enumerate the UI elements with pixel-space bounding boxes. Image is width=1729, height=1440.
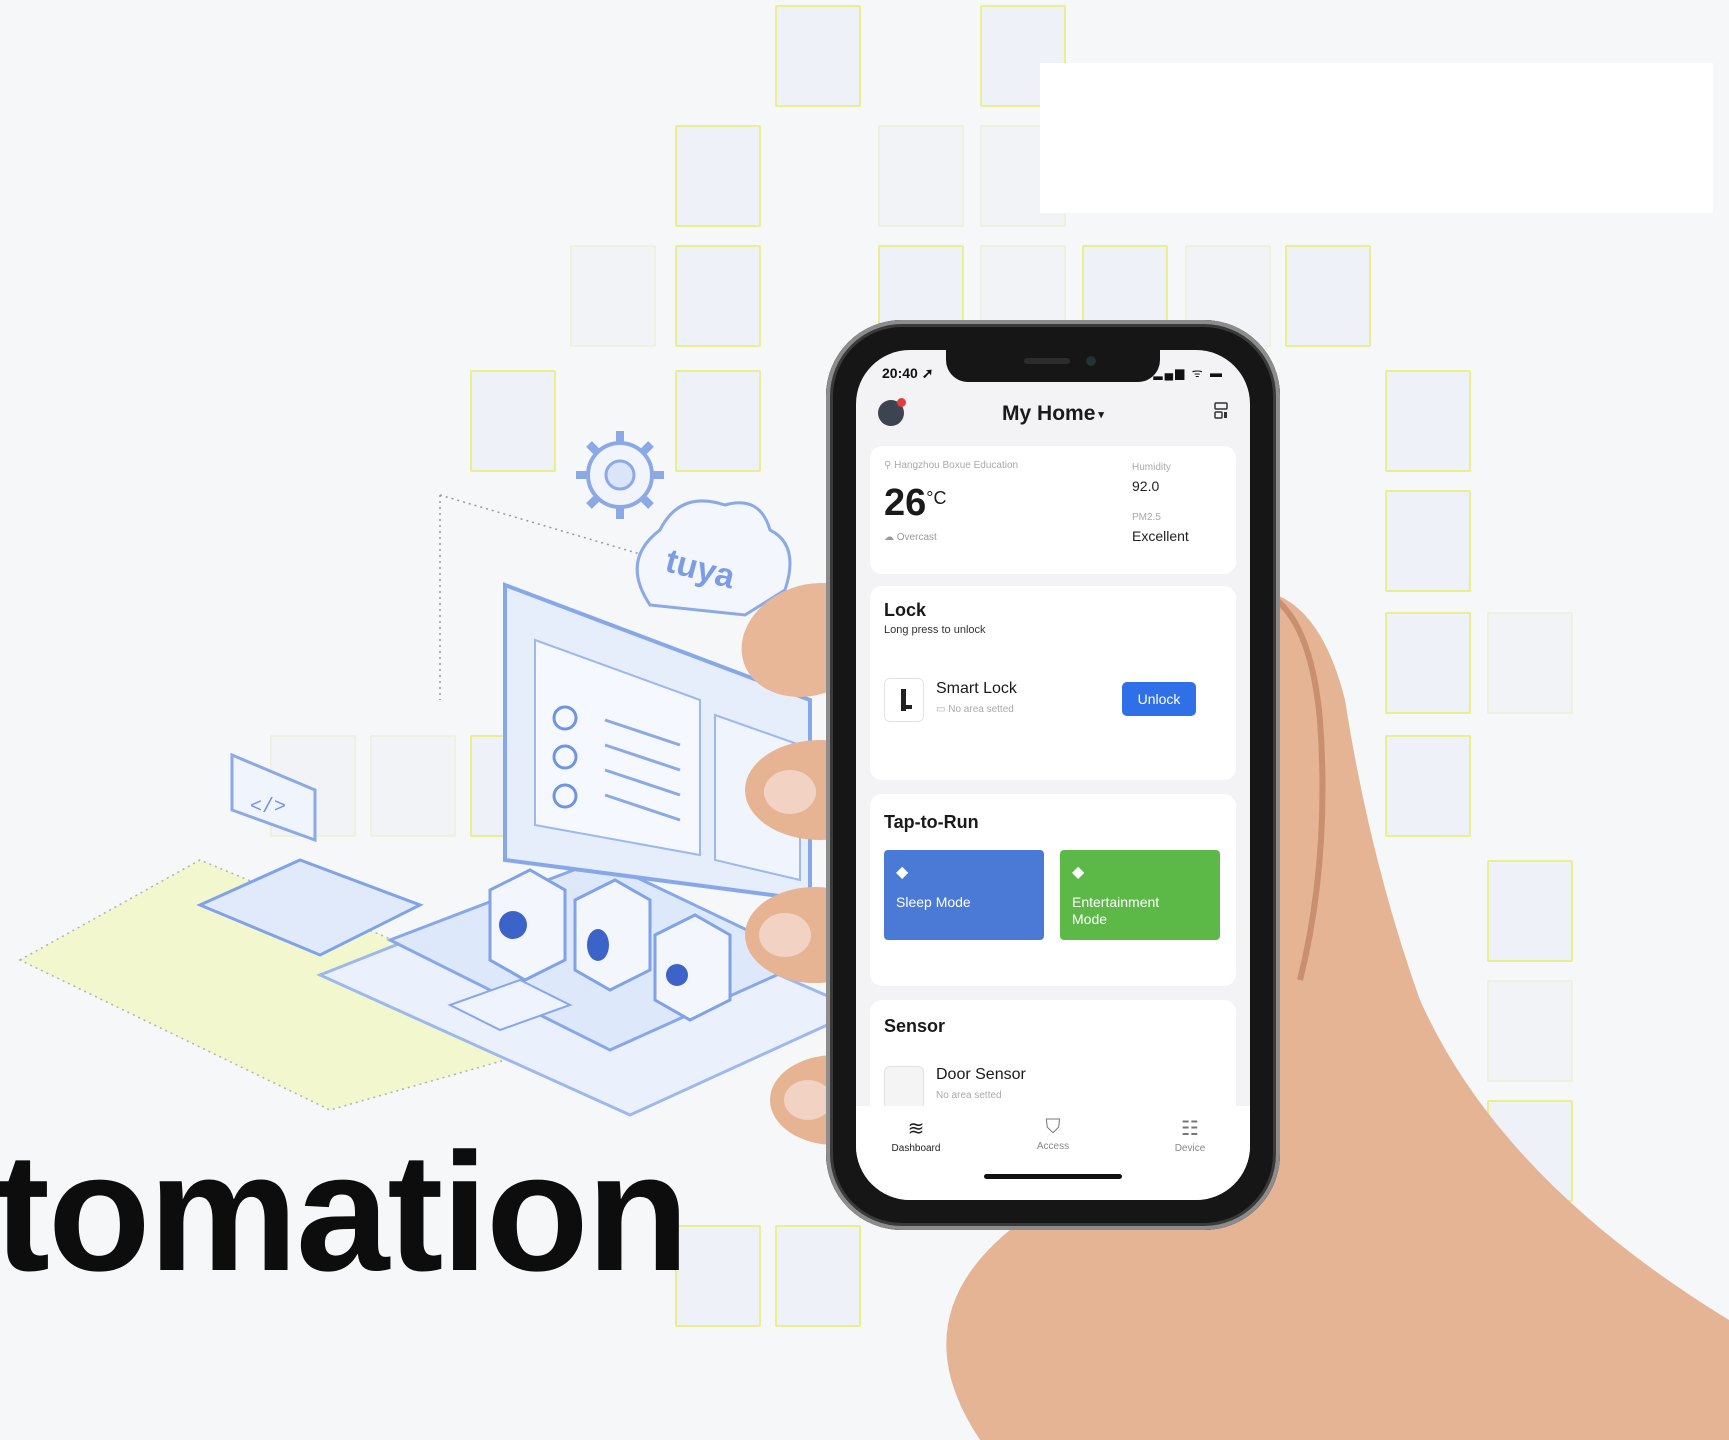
door-sensor-icon <box>884 1066 924 1110</box>
pm25-value: Excellent <box>1132 528 1189 544</box>
location-label: ⚲ Hangzhou Boxue Education <box>884 460 1019 471</box>
tag-icon: ◆ <box>1072 864 1085 881</box>
lock-section-subtitle: Long press to unlock <box>884 624 986 636</box>
background-tile <box>775 5 861 107</box>
background-tile <box>675 125 761 227</box>
page: tuya </> tomation 20:40 ➚ ▂▄▆ ᯤ ▬ My Hom… <box>0 0 1729 1440</box>
background-tile <box>1385 370 1471 472</box>
device-icon: ☷ <box>1181 1118 1199 1140</box>
scene-sleep-mode[interactable]: ◆ Sleep Mode <box>884 850 1044 940</box>
pm25-label: PM2.5 <box>1132 512 1161 523</box>
humidity-label: Humidity <box>1132 462 1171 473</box>
home-indicator[interactable] <box>984 1174 1122 1179</box>
background-tile <box>878 125 964 227</box>
speaker-grille <box>1024 358 1070 364</box>
list-view-icon[interactable] <box>1214 402 1228 420</box>
door-sensor-area: No area setted <box>936 1090 1002 1101</box>
phone-notch <box>946 350 1160 382</box>
tag-icon: ◆ <box>896 864 909 881</box>
wifi-cube <box>653 913 732 1022</box>
lock-section-title: Lock <box>884 600 927 620</box>
tab-dashboard[interactable]: ≋ Dashboard <box>866 1116 966 1154</box>
tab-device[interactable]: ☷ Device <box>1140 1116 1240 1154</box>
weather-condition: ☁ Overcast <box>884 532 937 543</box>
gear-icon <box>576 431 664 519</box>
background-tile <box>570 245 656 347</box>
door-sensor-name[interactable]: Door Sensor <box>936 1066 1026 1084</box>
temperature: 26°C <box>884 482 947 524</box>
tab-label: Device <box>1174 1143 1206 1154</box>
code-window-icon: </> <box>230 752 317 843</box>
tap-to-run-title: Tap-to-Run <box>884 812 979 832</box>
scene-label: Sleep Mode <box>896 894 971 910</box>
tap-to-run-card: Tap-to-Run ◆ Sleep Mode ◆ Entertainment … <box>870 794 1236 986</box>
humidity-value: 92.0 <box>1132 478 1160 494</box>
temperature-unit: °C <box>926 488 947 508</box>
tab-access[interactable]: ⛉ Access <box>1003 1116 1103 1152</box>
blank-banner <box>1040 63 1713 213</box>
bottom-tab-bar: ≋ Dashboard ⛉ Access ☷ Device <box>856 1106 1250 1200</box>
scene-entertainment-mode[interactable]: ◆ Entertainment Mode <box>1060 850 1220 940</box>
smart-lock-icon <box>884 678 924 722</box>
phone-screen: 20:40 ➚ ▂▄▆ ᯤ ▬ My Home ▾ ⚲ Hangzhou Boxu… <box>856 350 1250 1200</box>
front-camera <box>1086 356 1096 366</box>
lock-card: Lock Long press to unlock Smart Lock ▭ N… <box>870 586 1236 780</box>
status-time: 20:40 ➚ <box>882 365 934 381</box>
status-icons: ▂▄▆ ᯤ ▬ <box>1153 366 1224 380</box>
unlock-button[interactable]: Unlock <box>1122 682 1196 716</box>
home-selector[interactable]: My Home ▾ <box>856 402 1250 426</box>
svg-text:</>: </> <box>250 796 286 819</box>
weather-card[interactable]: ⚲ Hangzhou Boxue Education 26°C ☁ Overca… <box>870 446 1236 574</box>
background-tile <box>1285 245 1371 347</box>
smart-lock-name[interactable]: Smart Lock <box>936 680 1017 698</box>
zigbee-cube <box>488 868 567 982</box>
sensor-section-title: Sensor <box>884 1016 946 1036</box>
background-tile <box>675 245 761 347</box>
scene-label: Entertainment Mode <box>1072 894 1160 927</box>
headline: tomation <box>0 1118 689 1306</box>
smart-lock-area: ▭ No area setted <box>936 704 1014 715</box>
bluetooth-cube <box>573 878 652 992</box>
tab-label: Dashboard <box>891 1143 941 1154</box>
caret-down-icon: ▾ <box>1098 408 1104 421</box>
tab-label: Access <box>1036 1141 1070 1152</box>
layers-icon: ≋ <box>907 1118 925 1140</box>
shield-icon: ⛉ <box>1045 1116 1061 1138</box>
home-title: My Home <box>1002 402 1096 425</box>
